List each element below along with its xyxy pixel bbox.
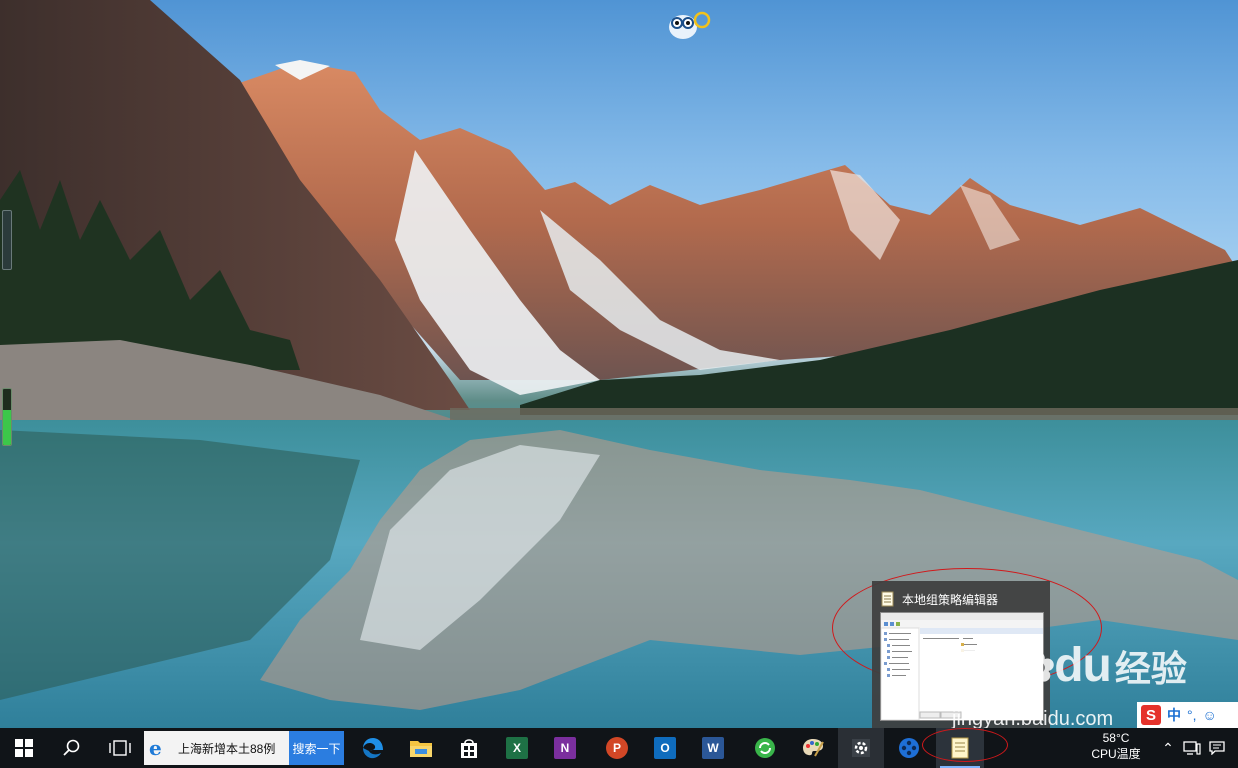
ime-toolbar[interactable]: S 中 °, ☺ [1137, 702, 1238, 728]
watermark-brand-suffix: du [1054, 639, 1112, 692]
taskbar-app-edge[interactable] [350, 728, 396, 768]
store-icon [461, 739, 477, 758]
green-refresh-icon [755, 738, 775, 758]
taskbar-app-settings[interactable] [838, 728, 884, 768]
side-gauge-fill [3, 410, 11, 445]
task-view-icon [109, 740, 131, 756]
task-view-button[interactable] [96, 728, 144, 768]
watermark-paw-icon: ✿ [1021, 646, 1056, 690]
temperature-value: 58°C [1102, 731, 1130, 745]
desktop-owl-widget[interactable] [667, 9, 713, 41]
gear-icon [852, 739, 870, 757]
taskbar-app-onenote[interactable]: N [542, 728, 588, 768]
search-icon [63, 739, 80, 756]
taskbar-app-excel[interactable]: X [494, 728, 540, 768]
ime-language[interactable]: 中 [1167, 705, 1181, 725]
network-icon [1183, 741, 1201, 755]
taskbar-app-file-explorer[interactable] [398, 728, 444, 768]
powerpoint-icon: P [606, 737, 628, 759]
preview-title: 本地组策略编辑器 [902, 592, 999, 607]
side-gauge-top [2, 210, 12, 270]
palette-icon [803, 739, 824, 757]
watermark-cn: 经验 [1114, 648, 1187, 689]
desktop-wallpaper [0, 0, 1238, 728]
search-button[interactable] [48, 728, 96, 768]
taskbar-app-outlook[interactable]: O [642, 728, 688, 768]
taskbar-app-refresh[interactable] [742, 728, 788, 768]
ime-punctuation[interactable]: °, [1187, 707, 1197, 723]
policy-editor-icon [881, 591, 895, 607]
search-go-button[interactable]: 搜索一下 [289, 731, 344, 765]
excel-icon: X [506, 737, 528, 759]
folder-icon [410, 741, 432, 757]
cpu-temperature[interactable]: 58°C CPU温度 [1088, 730, 1144, 762]
side-gauge-bottom [2, 388, 12, 446]
outlook-icon: O [654, 737, 676, 759]
browser-search-box[interactable]: e 上海新增本土88例 [144, 731, 290, 765]
chevron-up-icon: ⌃ [1162, 739, 1174, 756]
taskbar-app-word[interactable]: W [690, 728, 736, 768]
highlight-ellipse-taskbar [922, 728, 1008, 762]
ime-emoji-icon[interactable]: ☺ [1203, 707, 1217, 723]
word-icon: W [702, 737, 724, 759]
watermark-brand: Bai [950, 639, 1023, 692]
film-reel-icon [899, 738, 919, 758]
start-button[interactable] [0, 728, 48, 768]
temperature-label: CPU温度 [1091, 747, 1141, 761]
taskbar-app-powerpoint[interactable]: P [594, 728, 640, 768]
windows-logo-icon [15, 739, 33, 757]
sogou-logo-icon[interactable]: S [1141, 705, 1161, 725]
ie-icon: e [149, 736, 162, 760]
baidu-jingyan-watermark: Bai✿du 经验 jingyan.baidu.com [950, 638, 1187, 730]
tray-notifications[interactable] [1206, 728, 1228, 768]
taskbar-app-paint[interactable] [790, 728, 836, 768]
tray-overflow-button[interactable]: ⌃ [1158, 728, 1178, 768]
tray-network[interactable] [1180, 728, 1204, 768]
taskbar-app-store[interactable] [446, 728, 492, 768]
search-text[interactable]: 上海新增本土88例 [178, 740, 275, 757]
edge-icon [363, 738, 383, 759]
onenote-icon: N [554, 737, 576, 759]
message-icon [1209, 741, 1225, 755]
